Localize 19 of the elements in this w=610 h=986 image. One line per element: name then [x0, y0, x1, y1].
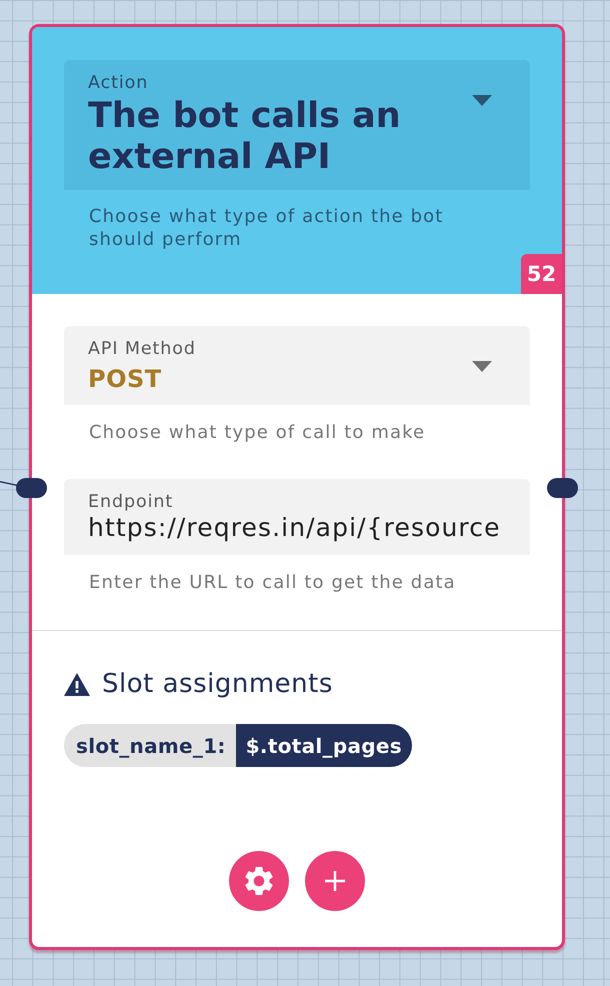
helper-text: Choose what type of action the bot should perform	[89, 205, 444, 251]
caret-icon	[472, 95, 492, 106]
field-label: Endpoint	[88, 491, 174, 513]
helper-text: Choose what type of call to make	[89, 421, 426, 444]
action-select[interactable]: Action The bot calls an external API	[64, 60, 530, 190]
connector-handle[interactable]	[16, 478, 47, 498]
caret-icon	[472, 360, 492, 372]
section-title: Slot assignments	[102, 668, 333, 700]
field-label: API Method	[88, 338, 196, 360]
node-number: 52	[521, 254, 562, 294]
method-select[interactable]: API Method POST	[64, 326, 530, 405]
plus-icon	[325, 871, 345, 891]
field-label: Action	[88, 72, 148, 94]
slot-value-tag: $.total_pages	[236, 724, 412, 767]
slot-name-tag: slot_name_1:	[64, 724, 236, 767]
connector-handle[interactable]	[547, 478, 578, 498]
helper-text: Enter the URL to call to get the data	[89, 571, 457, 594]
endpoint-field[interactable]: Endpoint https://reqres.in/api/{resource	[64, 479, 530, 555]
settings-icon	[245, 867, 273, 895]
